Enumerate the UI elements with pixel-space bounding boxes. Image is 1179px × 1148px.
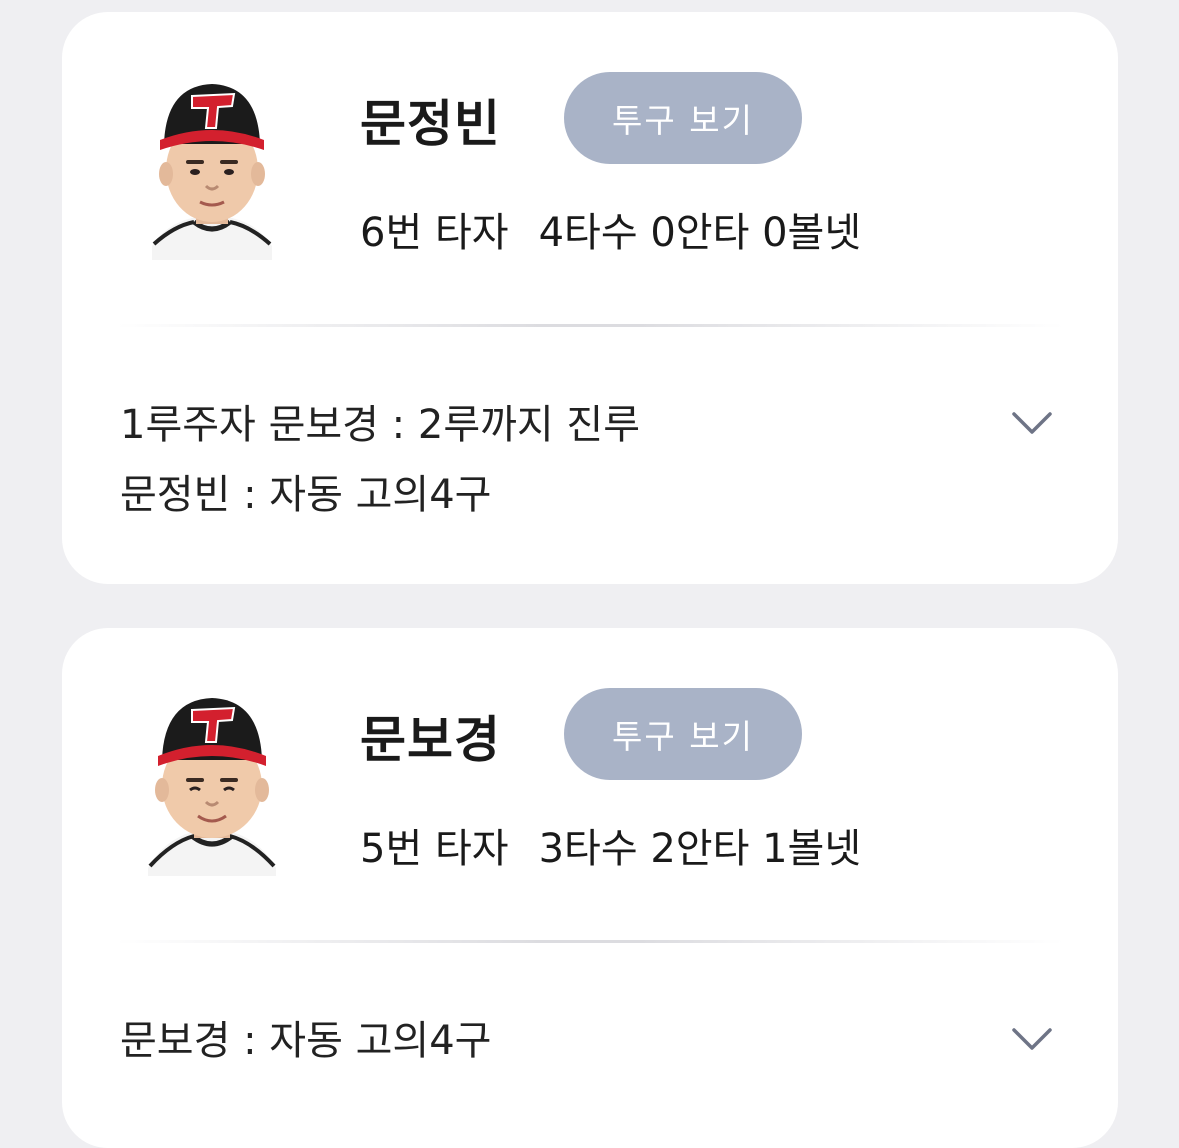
player-photo xyxy=(146,74,278,260)
batting-order: 5번 타자 xyxy=(360,826,509,872)
batting-stats: 5번 타자 3타수 2안타 1볼넷 xyxy=(360,816,861,874)
play-event-line: 문정빈 : 자동 고의4구 xyxy=(120,472,492,518)
view-pitches-button[interactable]: 투구 보기 xyxy=(564,72,802,164)
divider xyxy=(116,940,1064,943)
chevron-down-icon[interactable] xyxy=(1010,408,1054,438)
player-name: 문보경 xyxy=(360,711,501,769)
chevron-down-icon[interactable] xyxy=(1010,1024,1054,1054)
batting-stats: 6번 타자 4타수 0안타 0볼넷 xyxy=(360,200,861,258)
batting-order: 6번 타자 xyxy=(360,210,509,256)
game-stats: 4타수 0안타 0볼넷 xyxy=(538,210,862,256)
player-name: 문정빈 xyxy=(360,95,501,153)
play-event-line: 문보경 : 자동 고의4구 xyxy=(120,1018,492,1064)
game-stats: 3타수 2안타 1볼넷 xyxy=(538,826,862,872)
play-event-line: 1루주자 문보경 : 2루까지 진루 xyxy=(120,402,641,448)
player-photo xyxy=(146,690,278,876)
player-card: 문정빈 투구 보기 6번 타자 4타수 0안타 0볼넷 1루주자 문보경 : 2… xyxy=(62,12,1118,584)
view-pitches-button[interactable]: 투구 보기 xyxy=(564,688,802,780)
player-card: 문보경 투구 보기 5번 타자 3타수 2안타 1볼넷 문보경 : 자동 고의4… xyxy=(62,628,1118,1148)
play-events: 1루주자 문보경 : 2루까지 진루 문정빈 : 자동 고의4구 xyxy=(120,390,640,530)
play-events: 문보경 : 자동 고의4구 xyxy=(120,1006,491,1076)
divider xyxy=(116,324,1064,327)
